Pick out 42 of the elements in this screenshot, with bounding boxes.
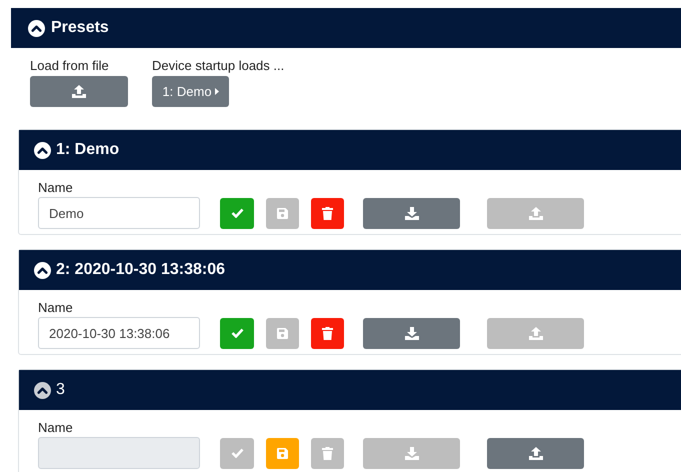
trash-icon	[322, 446, 333, 460]
load-file-button[interactable]	[30, 76, 128, 107]
panel-header[interactable]: Presets	[11, 8, 681, 48]
upload-button[interactable]	[487, 438, 584, 468]
field-label: Name	[38, 420, 74, 436]
field-label: Name	[38, 300, 74, 316]
preset-title: 3	[56, 380, 65, 400]
save-icon	[277, 208, 288, 218]
delete-button[interactable]	[311, 318, 344, 348]
check-icon	[230, 208, 244, 218]
download-icon	[404, 446, 418, 460]
preset-header[interactable]: 3	[19, 370, 681, 410]
upload-icon	[528, 206, 542, 220]
check-icon	[230, 328, 244, 338]
trash-icon	[322, 206, 333, 220]
check-icon	[230, 448, 244, 458]
activate-button[interactable]	[220, 318, 254, 348]
download-button[interactable]	[363, 198, 460, 228]
download-icon	[404, 326, 418, 340]
panel-title: Presets	[51, 18, 109, 38]
preset-header[interactable]: 2: 2020-10-30 13:38:06	[19, 250, 681, 290]
preset-title: 1: Demo	[56, 140, 120, 160]
trash-icon	[322, 326, 333, 340]
download-button[interactable]	[363, 318, 460, 348]
activate-button[interactable]	[220, 198, 254, 228]
preset-title: 2: 2020-10-30 13:38:06	[56, 260, 226, 280]
caret-right-icon	[214, 88, 219, 95]
name-input[interactable]: 2020-10-30 13:38:06	[38, 317, 200, 349]
upload-icon	[72, 85, 86, 98]
field-label: Name	[38, 180, 74, 196]
save-icon	[277, 448, 288, 458]
save-icon	[277, 328, 288, 338]
field-label: Load from file	[30, 58, 110, 74]
upload-icon	[528, 326, 542, 340]
name-input[interactable]: Demo	[38, 197, 200, 229]
upload-icon	[528, 446, 542, 460]
save-button[interactable]	[266, 438, 299, 468]
startup-preset-dropdown[interactable]: 1: Demo	[152, 76, 229, 107]
delete-button[interactable]	[311, 198, 344, 228]
field-label: Device startup loads ...	[152, 58, 284, 74]
download-icon	[404, 206, 418, 220]
preset-header[interactable]: 1: Demo	[19, 130, 681, 170]
